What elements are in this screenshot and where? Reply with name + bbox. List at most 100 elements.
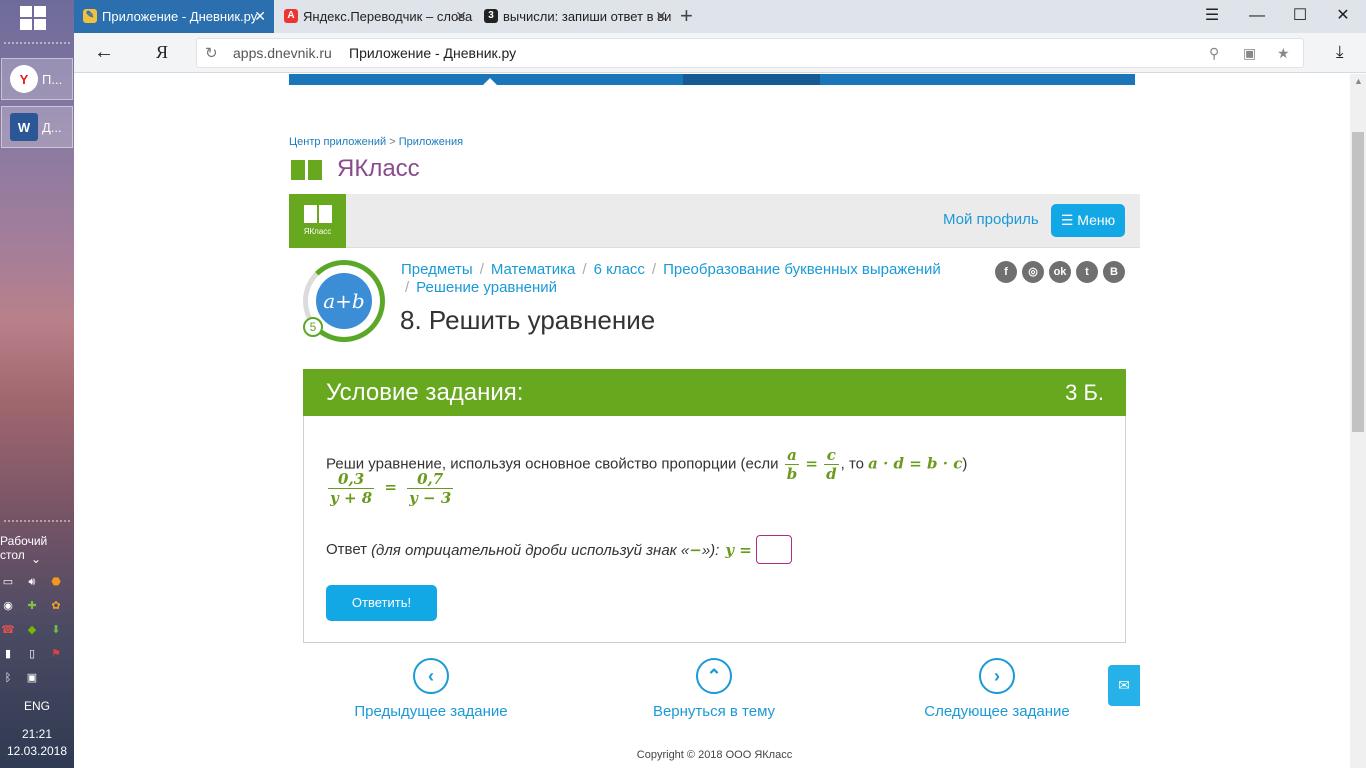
book-icon — [303, 205, 333, 225]
page-title: 8. Решить уравнение — [400, 305, 656, 335]
nvidia-icon[interactable]: ◆ — [24, 623, 40, 637]
clock-time[interactable]: 21:21 — [0, 727, 74, 741]
bluetooth-icon[interactable]: ᛒ — [0, 671, 16, 685]
equation: 0,3 y + 8 = 0,7 y − 3 — [326, 470, 455, 507]
close-icon[interactable]: ✕ — [655, 0, 667, 33]
signal-icon[interactable]: ▮ — [0, 647, 16, 661]
equation-left-fraction: 0,3 y + 8 — [328, 470, 375, 507]
reload-icon[interactable]: ↻ — [205, 44, 218, 62]
brand-header[interactable]: ЯКласс — [291, 154, 420, 184]
crumb-subtopic[interactable]: Решение уравнений — [416, 279, 557, 296]
scroll-up-icon[interactable]: ▲ — [1354, 76, 1363, 86]
taskbar-app-word[interactable]: W Д... — [1, 106, 73, 148]
twitter-icon[interactable]: t — [1076, 261, 1098, 283]
fraction-numerator: 0,7 — [407, 470, 454, 489]
yaklass-logo[interactable]: ЯКласс — [289, 194, 346, 248]
fraction-numerator: 0,3 — [328, 470, 375, 489]
maximize-icon[interactable]: ☐ — [1289, 5, 1311, 27]
scrollbar-thumb[interactable] — [1352, 132, 1364, 432]
brand-name: ЯКласс — [337, 155, 420, 182]
submit-answer-button[interactable]: Ответить! — [326, 585, 437, 621]
clock-date[interactable]: 12.03.2018 — [0, 744, 74, 758]
answer-hint: (для отрицательной дроби используй знак … — [371, 541, 719, 559]
book-icon — [291, 158, 323, 180]
fraction-denominator: b — [786, 465, 798, 483]
crumb-subjects[interactable]: Предметы — [401, 261, 473, 278]
vk-icon[interactable]: B — [1103, 261, 1125, 283]
yandex-button[interactable]: Я — [156, 42, 168, 63]
breadcrumb-separator: / — [405, 279, 410, 296]
flower-icon[interactable]: ✿ — [48, 599, 64, 613]
facebook-icon[interactable]: f — [995, 261, 1017, 283]
page-content: Центр приложений > Приложения ЯКласс ЯКл… — [74, 74, 1350, 768]
chevron-left-icon: ‹ — [413, 658, 449, 694]
crumb-math[interactable]: Математика — [491, 261, 576, 278]
dnevnik-icon: ✎ — [83, 9, 97, 23]
close-icon[interactable]: ✕ — [455, 0, 467, 33]
browser-nav-bar: ← Я ↻ apps.dnevnik.ru Приложение - Дневн… — [74, 33, 1366, 73]
fraction-c-over-d: c d — [824, 446, 839, 483]
task-points: 3 Б. — [1065, 380, 1104, 405]
tab-title: Приложение - Дневник.ру — [102, 9, 258, 24]
windows-start-icon[interactable] — [20, 6, 50, 34]
avast-icon[interactable]: ⬣ — [48, 575, 64, 589]
my-profile-link[interactable]: Мой профиль — [943, 211, 1039, 228]
address-bar[interactable]: ↻ apps.dnevnik.ru Приложение - Дневник.р… — [196, 38, 1304, 68]
taskbar-grip — [4, 42, 70, 46]
answer-label: Ответ — [326, 541, 368, 558]
hamburger-menu-icon[interactable]: ☰ — [1201, 5, 1223, 27]
topic-progress-ring: a+b 5 — [303, 260, 385, 342]
monitor-icon[interactable]: ▣ — [24, 671, 40, 685]
prev-task-link[interactable]: ‹ Предыдущее задание — [351, 658, 511, 720]
tray-app-icon[interactable]: ◉ — [0, 599, 16, 613]
close-window-icon[interactable]: ✕ — [1332, 5, 1354, 27]
social-share-icons: f ◎ ok t B — [995, 261, 1125, 283]
mail-icon[interactable]: ✉ — [1108, 665, 1140, 706]
flag-icon[interactable]: ⚑ — [48, 647, 64, 661]
back-to-topic-link[interactable]: ⌃ Вернуться в тему — [644, 658, 784, 720]
download-icon[interactable]: ⤓ — [1336, 42, 1344, 62]
breadcrumb-link-apps-center[interactable]: Центр приложений — [289, 136, 386, 148]
back-arrow-icon[interactable]: ← — [94, 41, 114, 64]
page-scrollbar[interactable]: ▲ — [1350, 74, 1366, 768]
prev-task-label: Предыдущее задание — [354, 703, 508, 720]
next-task-label: Следующее задание — [924, 703, 1070, 720]
breadcrumb-link-apps[interactable]: Приложения — [399, 136, 463, 148]
answer-variable: y = — [725, 540, 752, 559]
odnoklassniki-icon[interactable]: ok — [1049, 261, 1071, 283]
logo-label: ЯКласс — [303, 227, 332, 236]
language-indicator[interactable]: ENG — [0, 699, 74, 713]
volume-icon[interactable]: 🔊︎ — [24, 575, 40, 589]
download-arrow-icon[interactable]: ⬇ — [48, 623, 64, 637]
task-header-title: Условие задания: — [326, 379, 524, 406]
taskbar-app-browser[interactable]: Y П... — [1, 58, 73, 100]
next-task-link[interactable]: › Следующее задание — [923, 658, 1071, 720]
taskbar-grip — [4, 520, 70, 524]
mail-ru-icon[interactable]: ◎ — [1022, 261, 1044, 283]
plus-icon[interactable]: ✚ — [24, 599, 40, 613]
tab-yandex-translate[interactable]: A Яндекс.Переводчик – слова ✕ — [275, 0, 475, 33]
equals-sign: = — [805, 454, 818, 473]
menu-button[interactable]: ☰ Меню — [1051, 204, 1125, 237]
phone-icon[interactable]: ☎ — [0, 623, 16, 637]
star-icon[interactable]: ★ — [1277, 45, 1290, 62]
battery-icon[interactable]: ▯ — [24, 647, 40, 661]
chevron-down-icon[interactable]: ⌄ — [31, 552, 41, 566]
protect-icon[interactable]: ▣ — [1243, 45, 1256, 62]
tab-dnevnik[interactable]: ✎ Приложение - Дневник.ру ✕ — [74, 0, 274, 33]
minimize-icon[interactable]: — — [1246, 5, 1268, 27]
crumb-grade[interactable]: 6 класс — [594, 261, 645, 278]
task-text-mid: , то — [840, 455, 864, 473]
back-to-topic-label: Вернуться в тему — [652, 703, 776, 720]
close-icon[interactable]: ✕ — [254, 0, 266, 33]
new-tab-icon[interactable]: + — [680, 4, 693, 28]
answer-input[interactable] — [755, 535, 792, 564]
answer-hint-text: (для отрицательной дроби используй знак … — [371, 541, 690, 559]
tab-znanija[interactable]: 3 вычисли: запиши ответ в ви ✕ — [475, 0, 675, 33]
task-text-end: ) — [962, 455, 968, 473]
search-icon[interactable]: ⚲ — [1209, 45, 1219, 62]
crumb-topic[interactable]: Преобразование буквенных выражений — [663, 261, 941, 278]
network-icon[interactable]: ▭ — [0, 575, 16, 589]
url-page-title: Приложение - Дневник.ру — [349, 45, 517, 61]
chevron-up-icon: ⌃ — [696, 658, 732, 694]
